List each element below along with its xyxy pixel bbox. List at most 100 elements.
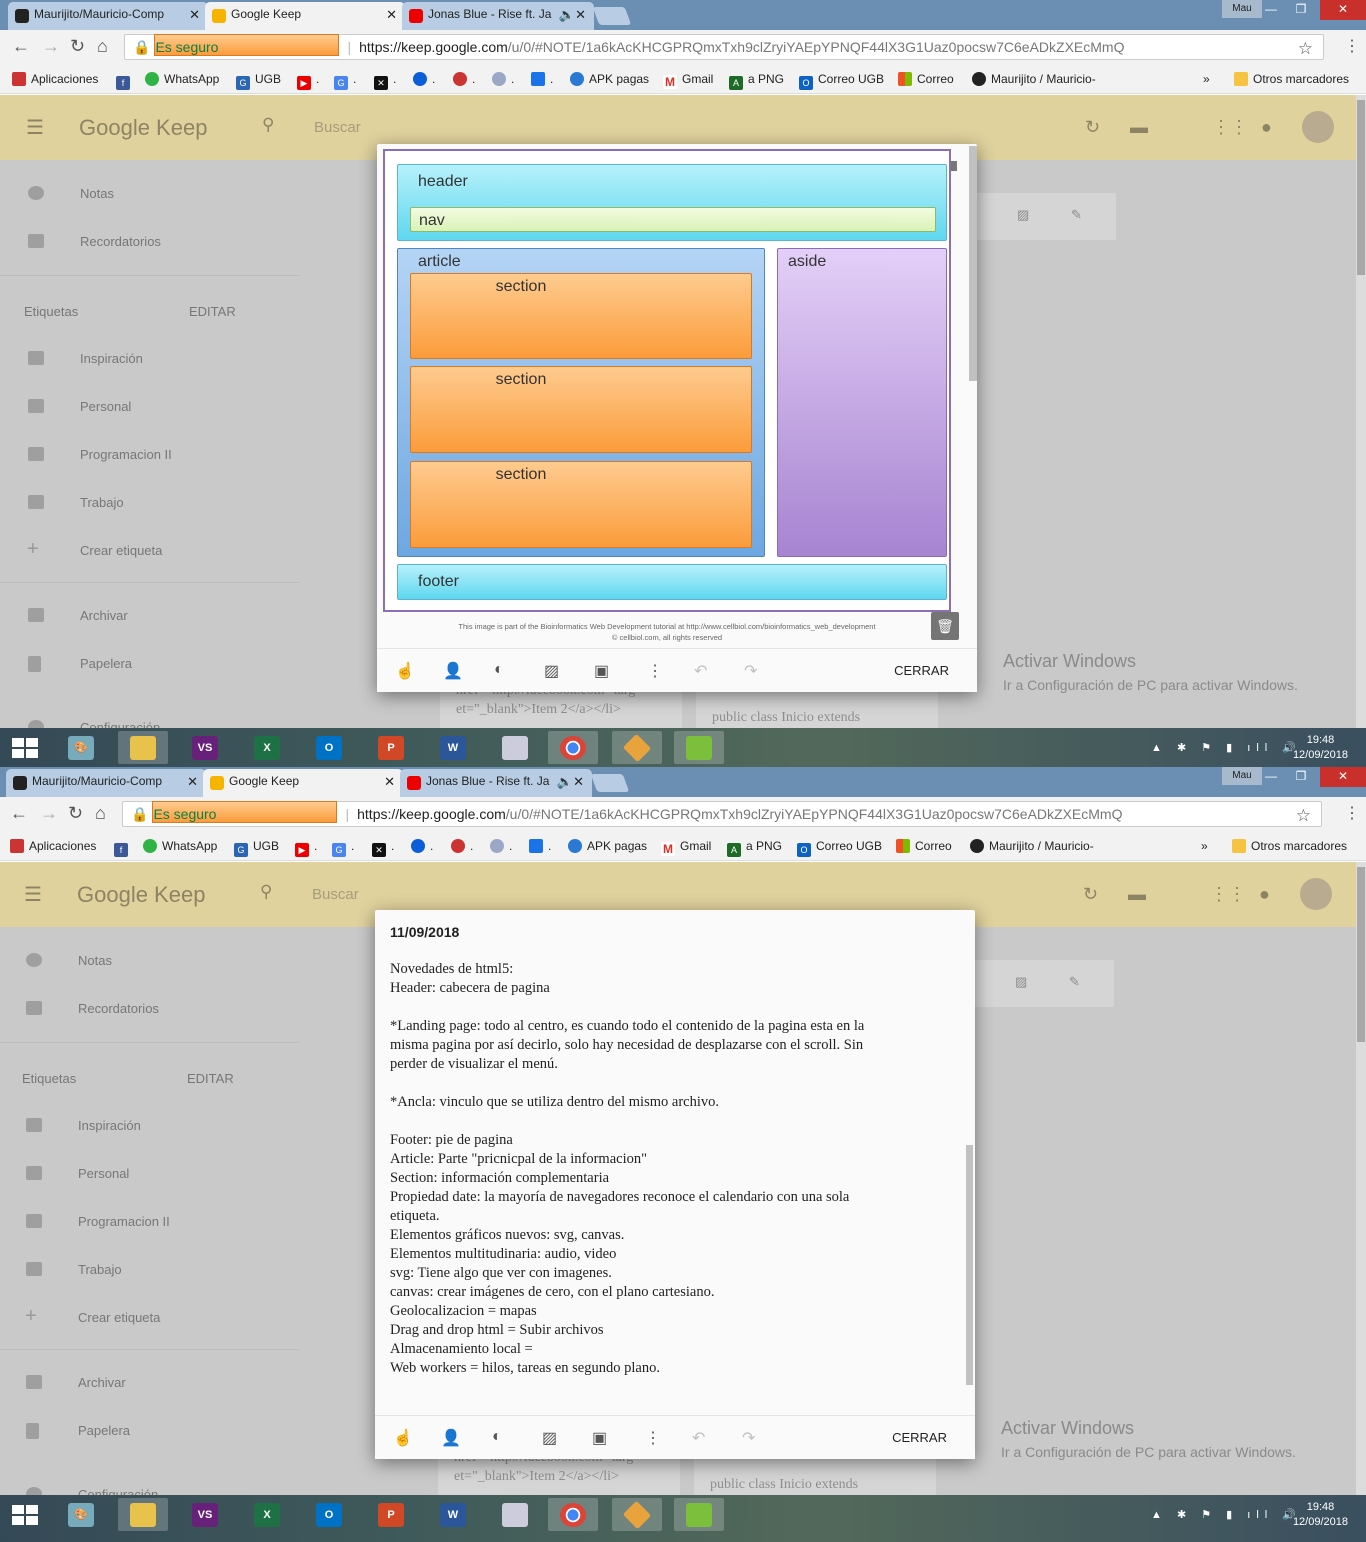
bookmark-whatsapp[interactable]: WhatsApp [145,72,219,86]
sidebar-item-personal[interactable]: Personal [78,1166,129,1181]
archive-icon[interactable]: ▣ [594,661,609,681]
close-tab-icon[interactable]: ✕ [189,7,200,23]
sidebar-item-archive[interactable]: Archivar [78,1375,126,1390]
image-icon[interactable]: ▨ [544,661,559,681]
taskbar-excel[interactable]: X [242,1498,292,1531]
close-button[interactable]: CERRAR [894,663,949,678]
close-tab-icon[interactable]: ✕ [187,774,198,790]
bookmark-dropbox[interactable]: . [531,72,553,86]
address-bar[interactable]: 🔒 Es seguro | https://keep.google.com/u/0/#… [122,801,1322,827]
forward-icon[interactable]: → [40,803,58,824]
bookmark-x[interactable]: ✕. [374,72,396,90]
delete-image-icon[interactable]: 🗑 [931,612,959,640]
dialog-scrollbar[interactable] [969,146,977,381]
list-view-icon[interactable]: ▬ [1128,884,1146,905]
minimize-icon[interactable]: — [1256,0,1286,20]
sidebar-item-inspiracion[interactable]: Inspiración [78,1118,141,1133]
bookmark-apk[interactable]: APK pagas [568,839,647,853]
bookmark-github[interactable]: Maurijito / Mauricio- [972,72,1096,86]
dialog-scrollbar[interactable] [966,1145,973,1385]
taskbar-outlook[interactable]: O [304,731,354,764]
collaborator-icon[interactable]: 👤 [443,661,463,681]
taskbar-git[interactable] [612,731,662,764]
sidebar-item-trabajo[interactable]: Trabajo [80,495,124,510]
audio-playing-icon[interactable]: 🔈✕ [557,774,584,790]
keep-logo[interactable]: Google Keep [79,115,207,141]
sidebar-item-personal[interactable]: Personal [80,399,131,414]
image-icon[interactable]: ▨ [1017,207,1029,223]
menu-icon[interactable]: ⋮ [1344,803,1360,823]
sidebar-item-trash[interactable]: Papelera [78,1423,130,1438]
bookmark-circle[interactable]: . [490,839,512,853]
undo-icon[interactable]: ↶ [692,1428,705,1448]
bookmark-onedrive[interactable]: . [413,72,435,86]
sidebar-item-inspiracion[interactable]: Inspiración [80,351,143,366]
bookmark-youtube[interactable]: ▶. [297,72,319,90]
image-icon[interactable]: ▨ [542,1428,557,1448]
sidebar-item-notes[interactable]: Notas [78,953,112,968]
keep-logo[interactable]: Google Keep [77,882,205,908]
bookmark-star-icon[interactable]: ☆ [1296,804,1311,828]
taskbar-visual-studio[interactable]: VS [180,1498,230,1531]
sidebar-item-reminders[interactable]: Recordatorios [78,1001,159,1016]
taskbar-paint[interactable]: 🎨 [56,731,106,764]
bookmark-star-icon[interactable]: ☆ [1298,37,1313,61]
home-icon[interactable]: ⌂ [95,803,106,824]
tab-google-keep[interactable]: Google Keep ✕ [205,2,405,30]
bookmark-dropbox[interactable]: . [529,839,551,853]
bookmark-gmail[interactable]: M Gmail [661,839,711,856]
system-tray-icons[interactable]: ▲ ✱ ⚑ ▮ ıll 🔊 [1151,1508,1302,1521]
avatar[interactable] [1302,111,1334,143]
page-scrollbar[interactable] [1356,862,1366,1542]
back-icon[interactable]: ← [12,36,30,57]
sidebar-item-trash[interactable]: Papelera [80,656,132,671]
bookmark-other[interactable]: Otros marcadores [1234,72,1349,86]
bookmark-github[interactable]: Maurijito / Mauricio- [970,839,1094,853]
taskbar-visual-studio[interactable]: VS [180,731,230,764]
address-bar[interactable]: 🔒 Es seguro | https://keep.google.com/u/0/#… [124,34,1324,60]
bookmark-translate[interactable]: G. [334,72,356,90]
back-icon[interactable]: ← [10,803,28,824]
bookmark-facebook[interactable]: f [114,839,133,857]
clock[interactable]: 19:48 12/09/2018 [1293,1500,1348,1530]
taskbar-excel[interactable]: X [242,731,292,764]
more-bookmarks-icon[interactable]: » [1203,72,1210,86]
search-icon[interactable]: ⚲ [260,882,272,902]
system-tray-icons[interactable]: ▲ ✱ ⚑ ▮ ıll 🔊 [1151,741,1302,754]
taskbar-word[interactable]: W [428,1498,478,1531]
bookmark-x[interactable]: ✕. [372,839,394,857]
bookmark-apps[interactable]: Aplicaciones [12,72,98,86]
notifications-icon[interactable]: ● [1259,884,1270,905]
close-button[interactable]: CERRAR [892,1430,947,1445]
edit-labels-button[interactable]: EDITAR [189,304,236,319]
pencil-icon[interactable]: ✎ [1071,207,1082,223]
close-tab-icon[interactable]: ✕ [386,7,397,23]
tab-github[interactable]: Maurijito/Mauricio-Comp ✕ [8,2,208,30]
search-input[interactable]: Buscar [314,119,361,136]
image-icon[interactable]: ▨ [1015,974,1027,990]
sidebar-item-trabajo[interactable]: Trabajo [78,1262,122,1277]
search-input[interactable]: Buscar [312,886,359,903]
bookmark-ugb[interactable]: G UGB [236,72,281,90]
bookmark-pokeball[interactable]: . [453,72,475,86]
bookmark-correo[interactable]: Correo [898,72,954,86]
close-window-icon[interactable]: ✕ [1320,0,1366,20]
avatar[interactable] [1300,878,1332,910]
bookmark-correo-ugb[interactable]: O Correo UGB [799,72,884,90]
bookmark-whatsapp[interactable]: WhatsApp [143,839,217,853]
refresh-icon[interactable]: ↻ [1085,117,1100,138]
taskbar-powerpoint[interactable]: P [366,1498,416,1531]
taskbar-explorer[interactable] [118,1498,168,1531]
tab-google-keep[interactable]: Google Keep ✕ [203,769,403,797]
bookmark-ugb[interactable]: G UGB [234,839,279,857]
pencil-icon[interactable]: ✎ [1069,974,1080,990]
reminder-icon[interactable]: ☝ [393,1428,413,1448]
sidebar-item-create-label[interactable]: Crear etiqueta [78,1310,160,1325]
collaborator-icon[interactable]: 👤 [441,1428,461,1448]
taskbar-chrome[interactable] [548,1498,598,1531]
notifications-icon[interactable]: ● [1261,117,1272,138]
taskbar-notepad[interactable] [674,1498,724,1531]
bookmark-translate[interactable]: G. [332,839,354,857]
more-icon[interactable]: ⋮ [647,661,663,681]
windows-start-icon[interactable] [12,1505,38,1525]
